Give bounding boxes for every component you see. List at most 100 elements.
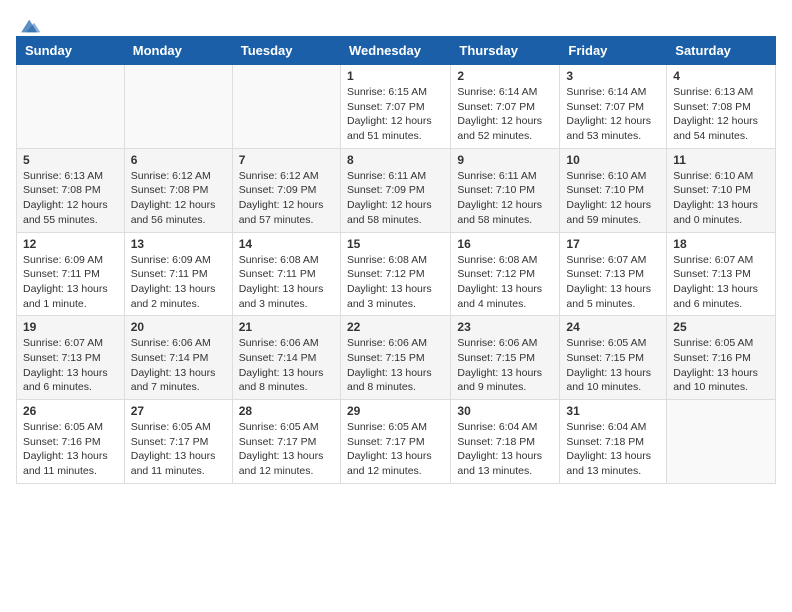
day-number: 4 [673,69,769,83]
page-header [16,16,776,32]
calendar-cell: 1 Sunrise: 6:15 AM Sunset: 7:07 PM Daylig… [340,65,450,149]
day-info: Sunrise: 6:07 AM Sunset: 7:13 PM Dayligh… [673,253,769,312]
day-info: Sunrise: 6:12 AM Sunset: 7:09 PM Dayligh… [239,169,334,228]
day-number: 8 [347,153,444,167]
day-info: Sunrise: 6:04 AM Sunset: 7:18 PM Dayligh… [457,420,553,479]
day-number: 7 [239,153,334,167]
day-number: 20 [131,320,226,334]
col-header-wednesday: Wednesday [340,37,450,65]
day-info: Sunrise: 6:08 AM Sunset: 7:11 PM Dayligh… [239,253,334,312]
day-number: 28 [239,404,334,418]
day-info: Sunrise: 6:05 AM Sunset: 7:17 PM Dayligh… [347,420,444,479]
col-header-saturday: Saturday [667,37,776,65]
day-info: Sunrise: 6:15 AM Sunset: 7:07 PM Dayligh… [347,85,444,144]
day-info: Sunrise: 6:05 AM Sunset: 7:15 PM Dayligh… [566,336,660,395]
day-info: Sunrise: 6:07 AM Sunset: 7:13 PM Dayligh… [566,253,660,312]
calendar-table: SundayMondayTuesdayWednesdayThursdayFrid… [16,36,776,484]
calendar-cell: 6 Sunrise: 6:12 AM Sunset: 7:08 PM Daylig… [124,148,232,232]
day-info: Sunrise: 6:09 AM Sunset: 7:11 PM Dayligh… [23,253,118,312]
calendar-cell: 15 Sunrise: 6:08 AM Sunset: 7:12 PM Dayli… [340,232,450,316]
day-info: Sunrise: 6:05 AM Sunset: 7:17 PM Dayligh… [239,420,334,479]
calendar-week-3: 12 Sunrise: 6:09 AM Sunset: 7:11 PM Dayli… [17,232,776,316]
calendar-cell: 23Sunrise: 6:06 AM Sunset: 7:15 PM Dayli… [451,316,560,400]
calendar-week-5: 26Sunrise: 6:05 AM Sunset: 7:16 PM Dayli… [17,400,776,484]
day-info: Sunrise: 6:08 AM Sunset: 7:12 PM Dayligh… [347,253,444,312]
day-number: 22 [347,320,444,334]
calendar-cell [667,400,776,484]
calendar-cell: 26Sunrise: 6:05 AM Sunset: 7:16 PM Dayli… [17,400,125,484]
calendar-cell: 14Sunrise: 6:08 AM Sunset: 7:11 PM Dayli… [232,232,340,316]
day-info: Sunrise: 6:07 AM Sunset: 7:13 PM Dayligh… [23,336,118,395]
day-info: Sunrise: 6:10 AM Sunset: 7:10 PM Dayligh… [673,169,769,228]
col-header-thursday: Thursday [451,37,560,65]
day-number: 15 [347,237,444,251]
calendar-cell: 12 Sunrise: 6:09 AM Sunset: 7:11 PM Dayli… [17,232,125,316]
day-number: 11 [673,153,769,167]
calendar-cell: 30 Sunrise: 6:04 AM Sunset: 7:18 PM Dayli… [451,400,560,484]
calendar-cell: 10 Sunrise: 6:10 AM Sunset: 7:10 PM Dayli… [560,148,667,232]
day-info: Sunrise: 6:11 AM Sunset: 7:10 PM Dayligh… [457,169,553,228]
day-info: Sunrise: 6:13 AM Sunset: 7:08 PM Dayligh… [673,85,769,144]
day-number: 9 [457,153,553,167]
calendar-cell [17,65,125,149]
day-number: 1 [347,69,444,83]
calendar-cell: 29Sunrise: 6:05 AM Sunset: 7:17 PM Dayli… [340,400,450,484]
col-header-sunday: Sunday [17,37,125,65]
day-info: Sunrise: 6:14 AM Sunset: 7:07 PM Dayligh… [457,85,553,144]
day-info: Sunrise: 6:13 AM Sunset: 7:08 PM Dayligh… [23,169,118,228]
day-info: Sunrise: 6:06 AM Sunset: 7:14 PM Dayligh… [131,336,226,395]
day-info: Sunrise: 6:06 AM Sunset: 7:15 PM Dayligh… [457,336,553,395]
day-number: 2 [457,69,553,83]
calendar-cell: 25 Sunrise: 6:05 AM Sunset: 7:16 PM Dayli… [667,316,776,400]
day-number: 13 [131,237,226,251]
calendar-cell: 28 Sunrise: 6:05 AM Sunset: 7:17 PM Dayli… [232,400,340,484]
day-info: Sunrise: 6:10 AM Sunset: 7:10 PM Dayligh… [566,169,660,228]
day-number: 21 [239,320,334,334]
calendar-cell: 17 Sunrise: 6:07 AM Sunset: 7:13 PM Dayli… [560,232,667,316]
calendar-cell: 27Sunrise: 6:05 AM Sunset: 7:17 PM Dayli… [124,400,232,484]
day-number: 16 [457,237,553,251]
day-info: Sunrise: 6:05 AM Sunset: 7:16 PM Dayligh… [23,420,118,479]
calendar-header-row: SundayMondayTuesdayWednesdayThursdayFrid… [17,37,776,65]
day-number: 3 [566,69,660,83]
day-number: 31 [566,404,660,418]
logo-bird-icon [18,16,42,36]
calendar-cell: 31 Sunrise: 6:04 AM Sunset: 7:18 PM Dayli… [560,400,667,484]
calendar-cell: 8 Sunrise: 6:11 AM Sunset: 7:09 PM Daylig… [340,148,450,232]
day-number: 6 [131,153,226,167]
calendar-cell: 24 Sunrise: 6:05 AM Sunset: 7:15 PM Dayli… [560,316,667,400]
calendar-cell: 20 Sunrise: 6:06 AM Sunset: 7:14 PM Dayli… [124,316,232,400]
calendar-week-2: 5Sunrise: 6:13 AM Sunset: 7:08 PM Daylig… [17,148,776,232]
day-info: Sunrise: 6:05 AM Sunset: 7:17 PM Dayligh… [131,420,226,479]
calendar-cell: 13 Sunrise: 6:09 AM Sunset: 7:11 PM Dayli… [124,232,232,316]
col-header-friday: Friday [560,37,667,65]
calendar-cell [124,65,232,149]
calendar-week-4: 19 Sunrise: 6:07 AM Sunset: 7:13 PM Dayli… [17,316,776,400]
calendar-cell: 9 Sunrise: 6:11 AM Sunset: 7:10 PM Daylig… [451,148,560,232]
calendar-cell: 4 Sunrise: 6:13 AM Sunset: 7:08 PM Daylig… [667,65,776,149]
day-info: Sunrise: 6:09 AM Sunset: 7:11 PM Dayligh… [131,253,226,312]
day-info: Sunrise: 6:11 AM Sunset: 7:09 PM Dayligh… [347,169,444,228]
col-header-monday: Monday [124,37,232,65]
day-number: 10 [566,153,660,167]
day-info: Sunrise: 6:04 AM Sunset: 7:18 PM Dayligh… [566,420,660,479]
day-number: 17 [566,237,660,251]
day-info: Sunrise: 6:08 AM Sunset: 7:12 PM Dayligh… [457,253,553,312]
day-info: Sunrise: 6:06 AM Sunset: 7:14 PM Dayligh… [239,336,334,395]
day-info: Sunrise: 6:06 AM Sunset: 7:15 PM Dayligh… [347,336,444,395]
logo [16,16,42,32]
day-number: 19 [23,320,118,334]
calendar-week-1: 1 Sunrise: 6:15 AM Sunset: 7:07 PM Daylig… [17,65,776,149]
day-info: Sunrise: 6:05 AM Sunset: 7:16 PM Dayligh… [673,336,769,395]
day-number: 12 [23,237,118,251]
day-number: 25 [673,320,769,334]
calendar-cell: 16 Sunrise: 6:08 AM Sunset: 7:12 PM Dayli… [451,232,560,316]
col-header-tuesday: Tuesday [232,37,340,65]
day-number: 24 [566,320,660,334]
calendar-cell: 5Sunrise: 6:13 AM Sunset: 7:08 PM Daylig… [17,148,125,232]
day-number: 30 [457,404,553,418]
calendar-cell: 3Sunrise: 6:14 AM Sunset: 7:07 PM Daylig… [560,65,667,149]
calendar-cell: 18Sunrise: 6:07 AM Sunset: 7:13 PM Dayli… [667,232,776,316]
calendar-cell: 22 Sunrise: 6:06 AM Sunset: 7:15 PM Dayli… [340,316,450,400]
day-info: Sunrise: 6:12 AM Sunset: 7:08 PM Dayligh… [131,169,226,228]
